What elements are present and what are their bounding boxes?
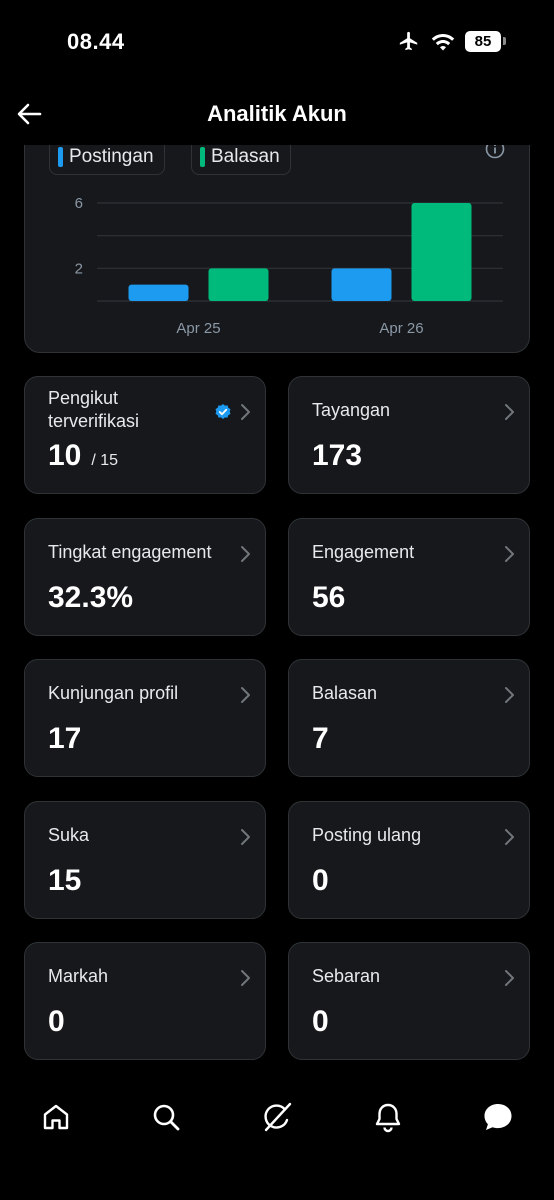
metric-value: 173	[312, 439, 362, 473]
metric-value: 32.3%	[48, 581, 133, 615]
metric-label: Kunjungan profil	[48, 683, 179, 703]
metric-value: 56	[312, 581, 345, 615]
metric-label: Markah	[48, 966, 109, 986]
metric-value-number: 17	[48, 722, 82, 755]
nav-search[interactable]	[148, 1099, 184, 1135]
metric-value-number: 15	[48, 864, 82, 897]
bar-chart: 2 6 Apr 25 Apr 26	[75, 195, 503, 337]
chevron-right-icon	[505, 687, 514, 703]
verified-badge-icon	[215, 404, 231, 419]
metric-value-number: 173	[312, 439, 363, 472]
x-tick-label: Apr 26	[379, 320, 423, 337]
battery-indicator: 85	[465, 30, 506, 52]
metric-value: 0	[312, 864, 329, 898]
metric-value: 7	[312, 722, 329, 756]
chevron-right-icon	[505, 829, 514, 845]
airplane-icon	[399, 31, 418, 51]
metric-label: Pengikut terverifikasi	[48, 388, 140, 431]
metric-label: Posting ulang	[312, 825, 422, 845]
metric-value-number: 56	[312, 581, 346, 614]
metric-value: 10 / 15	[48, 439, 118, 473]
nav-home[interactable]	[38, 1099, 74, 1135]
chevron-right-icon	[241, 829, 250, 845]
metric-card[interactable]: Engagement 56	[288, 518, 530, 636]
activity-chart-card: Postingan Balasan 2 6 Apr 25 Apr 26	[24, 110, 530, 353]
metric-card[interactable]: Sebaran 0	[288, 942, 530, 1060]
metric-label: Sebaran	[312, 966, 381, 986]
metric-label: Suka	[48, 825, 90, 845]
battery-level: 85	[465, 30, 501, 52]
metric-value-number: 0	[312, 1005, 329, 1038]
metric-card[interactable]: Posting ulang 0	[288, 801, 530, 919]
grok-icon	[264, 1102, 292, 1132]
status-time: 08.44	[67, 29, 125, 54]
metric-value: 0	[48, 1005, 65, 1039]
wifi-icon	[431, 34, 455, 51]
bell-icon	[375, 1103, 401, 1133]
metric-value-number: 10	[48, 439, 82, 472]
metric-value-number: 7	[312, 722, 329, 755]
chevron-right-icon	[241, 970, 250, 986]
bottom-nav	[0, 1075, 554, 1200]
home-icon	[43, 1104, 69, 1130]
status-icons: 85	[397, 30, 506, 52]
metric-value-number: 0	[312, 864, 329, 897]
page-title: Analitik Akun	[207, 101, 347, 126]
battery-cap	[503, 37, 506, 45]
metric-card[interactable]: Balasan 7	[288, 659, 530, 777]
metric-card[interactable]: Kunjungan profil 17	[24, 659, 266, 777]
chevron-right-icon	[505, 970, 514, 986]
chevron-right-icon	[241, 687, 250, 703]
metric-label: Balasan	[312, 683, 378, 703]
metric-value-total: / 15	[91, 452, 119, 469]
bar-balasan-1[interactable]	[208, 268, 269, 301]
metric-value: 0	[312, 1005, 329, 1039]
header: Analitik Akun	[0, 85, 554, 145]
nav-notifications[interactable]	[370, 1099, 406, 1135]
status-bar: 08.44 85	[0, 0, 554, 80]
search-icon	[153, 1104, 180, 1131]
y-tick-label: 6	[75, 195, 83, 212]
metric-card[interactable]: Suka 15	[24, 801, 266, 919]
messages-icon	[484, 1104, 512, 1130]
y-tick-label: 2	[75, 260, 83, 277]
metric-card[interactable]: Markah 0	[24, 942, 266, 1060]
metric-value-number: 0	[48, 1005, 65, 1038]
metric-card[interactable]: Pengikut terverifikasi 10 / 15	[24, 376, 266, 494]
metric-value: 17	[48, 722, 81, 756]
metric-value: 15	[48, 864, 81, 898]
metric-label: Engagement	[312, 542, 415, 562]
metric-label: Tayangan	[312, 400, 391, 420]
metric-label: Tingkat engagement	[48, 542, 212, 562]
metric-value-number: 32.3%	[48, 581, 134, 614]
nav-messages[interactable]	[480, 1099, 516, 1135]
nav-grok[interactable]	[259, 1099, 295, 1135]
chevron-right-icon	[241, 546, 250, 562]
bar-postingan-1[interactable]	[128, 284, 189, 301]
metric-card[interactable]: Tingkat engagement 32.3%	[24, 518, 266, 636]
chevron-right-icon	[505, 404, 514, 420]
chevron-right-icon	[241, 404, 250, 420]
bar-balasan-2[interactable]	[411, 203, 472, 301]
chevron-right-icon	[505, 546, 514, 562]
bar-postingan-2[interactable]	[331, 268, 392, 301]
x-tick-label: Apr 25	[176, 320, 220, 337]
metric-card[interactable]: Tayangan 173	[288, 376, 530, 494]
